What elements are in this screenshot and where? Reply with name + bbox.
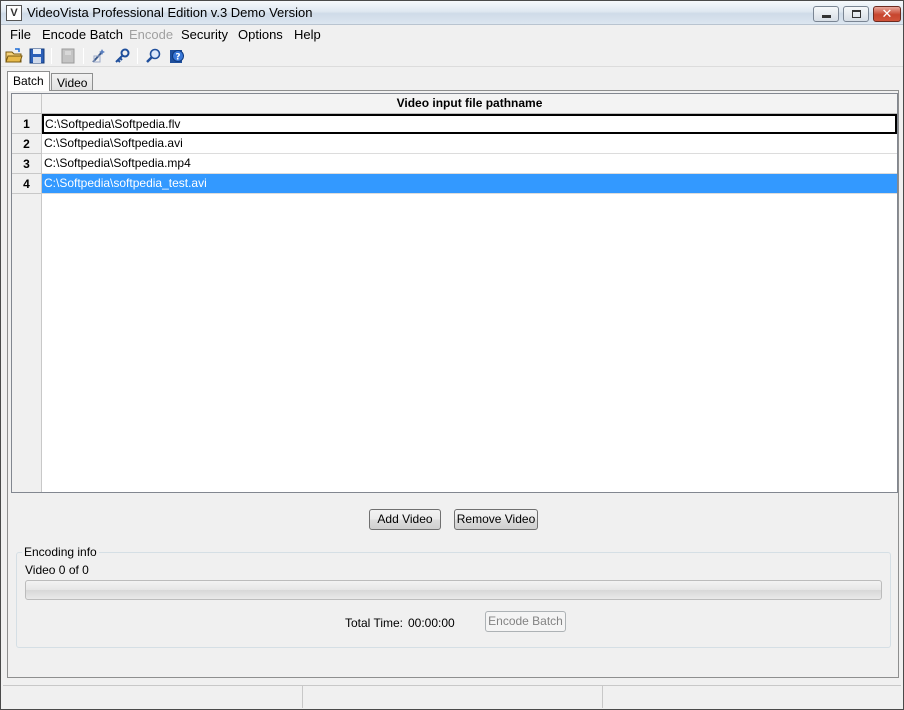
batch-panel: Video input file pathname 1 C:\Softpedia…	[7, 90, 899, 678]
title-bar[interactable]: V VideoVista Professional Edition v.3 De…	[1, 1, 903, 25]
path-cell[interactable]: C:\Softpedia\Softpedia.avi	[42, 134, 897, 154]
status-pane	[603, 686, 901, 708]
status-pane	[303, 686, 603, 708]
video-count-text: Video 0 of 0	[25, 563, 89, 577]
table-corner[interactable]	[12, 94, 42, 114]
encode-batch-button[interactable]: Encode Batch	[485, 611, 566, 632]
close-icon: ✕	[881, 6, 893, 21]
menu-encode-batch[interactable]: Encode Batch	[42, 27, 123, 42]
close-button[interactable]: ✕	[873, 6, 901, 22]
toolbar-separator	[83, 48, 84, 64]
encoding-info-group	[16, 552, 891, 648]
app-window: V VideoVista Professional Edition v.3 De…	[0, 0, 904, 710]
row-number[interactable]: 3	[12, 154, 42, 174]
menu-encode[interactable]: Encode	[129, 27, 173, 42]
help-icon[interactable]: ?	[168, 47, 186, 65]
open-folder-icon[interactable]	[5, 47, 23, 65]
save-icon[interactable]	[28, 47, 46, 65]
path-cell[interactable]: C:\Softpedia\Softpedia.flv	[42, 114, 897, 134]
toolbar-separator	[137, 48, 138, 64]
menu-security[interactable]: Security	[181, 27, 228, 42]
total-time-label: Total Time:	[345, 616, 404, 630]
status-pane	[3, 686, 303, 708]
maximize-icon	[852, 10, 861, 18]
table-row[interactable]: 4 C:\Softpedia\softpedia_test.avi	[12, 174, 897, 194]
tab-batch[interactable]: Batch	[7, 71, 50, 91]
path-cell[interactable]: C:\Softpedia\softpedia_test.avi	[42, 174, 897, 194]
encoding-info-label: Encoding info	[22, 545, 99, 559]
row-number[interactable]: 1	[12, 114, 42, 134]
wand-icon[interactable]	[90, 47, 108, 65]
toolbar: ?	[1, 45, 903, 67]
app-icon[interactable]: V	[6, 5, 22, 21]
encoding-progress-bar	[25, 580, 882, 600]
maximize-button[interactable]	[843, 6, 869, 22]
menu-bar: File Encode Batch Encode Security Option…	[1, 25, 903, 45]
table-row[interactable]: 2 C:\Softpedia\Softpedia.avi	[12, 134, 897, 154]
table-row[interactable]: 1 C:\Softpedia\Softpedia.flv	[12, 114, 897, 134]
minimize-icon	[822, 15, 831, 18]
row-number[interactable]: 2	[12, 134, 42, 154]
svg-text:?: ?	[175, 53, 180, 63]
menu-options[interactable]: Options	[238, 27, 283, 42]
column-header-pathname[interactable]: Video input file pathname	[42, 94, 897, 114]
remove-video-button[interactable]: Remove Video	[454, 509, 538, 530]
row-number[interactable]: 4	[12, 174, 42, 194]
table-row[interactable]: 3 C:\Softpedia\Softpedia.mp4	[12, 154, 897, 174]
menu-help[interactable]: Help	[294, 27, 321, 42]
window-title: VideoVista Professional Edition v.3 Demo…	[27, 5, 313, 20]
tab-video[interactable]: Video	[51, 73, 94, 91]
status-bar	[3, 685, 901, 708]
total-time-value: 00:00:00	[408, 616, 455, 630]
path-cell[interactable]: C:\Softpedia\Softpedia.mp4	[42, 154, 897, 174]
search-icon[interactable]	[145, 47, 163, 65]
add-video-button[interactable]: Add Video	[369, 509, 441, 530]
toolbar-separator	[51, 48, 52, 64]
encode-icon[interactable]	[59, 47, 77, 65]
key-icon[interactable]	[113, 47, 131, 65]
video-file-table[interactable]: Video input file pathname 1 C:\Softpedia…	[11, 93, 898, 493]
menu-file[interactable]: File	[10, 27, 31, 42]
minimize-button[interactable]	[813, 6, 839, 22]
